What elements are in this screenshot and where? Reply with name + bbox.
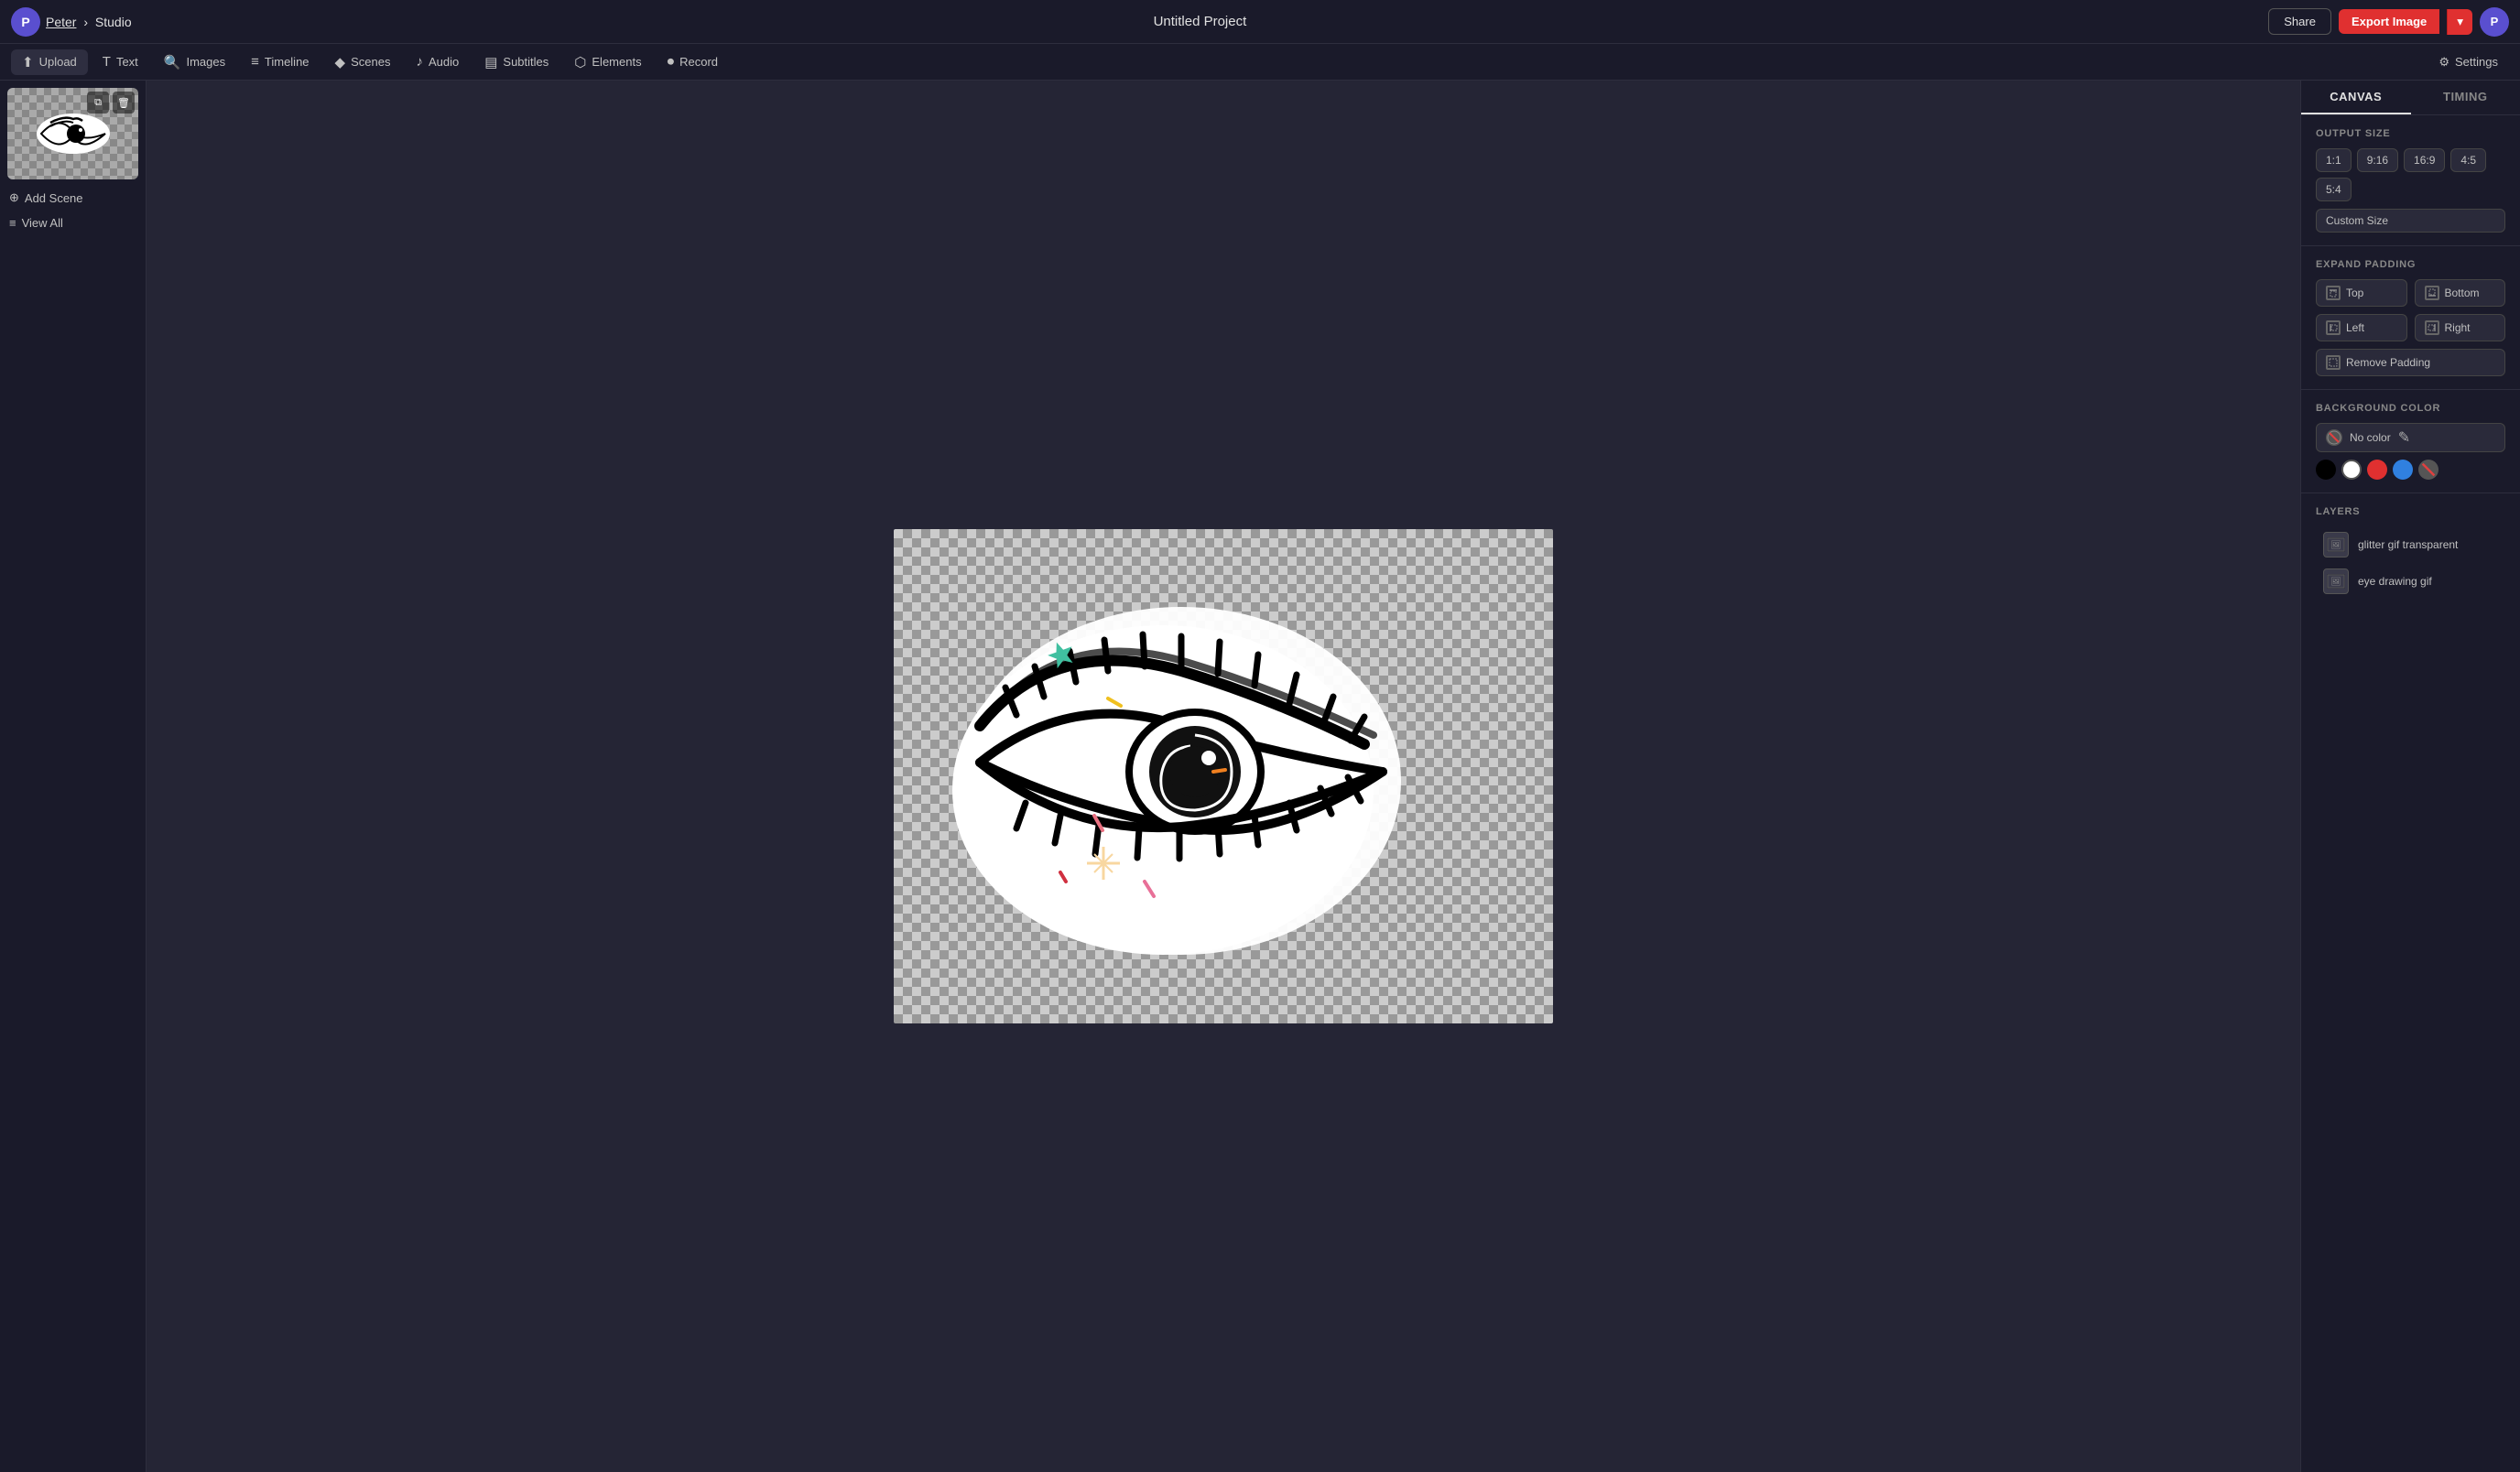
layer-thumb-2: 🖼 — [2323, 568, 2349, 594]
scene-copy-button[interactable]: ⧉ — [87, 92, 109, 114]
breadcrumb: Peter › Studio — [46, 15, 132, 29]
output-size-title: OUTPUT SIZE — [2316, 128, 2505, 139]
logo-area: P Peter › Studio — [11, 7, 132, 37]
canvas-area[interactable] — [147, 81, 2300, 1472]
audio-button[interactable]: ♪ Audio — [405, 49, 470, 74]
size-buttons: 1:1 9:16 16:9 4:5 5:4 — [2316, 148, 2505, 201]
svg-text:🖼: 🖼 — [2330, 577, 2341, 586]
scene-thumb-eye-svg — [32, 106, 114, 161]
subtitles-icon: ▤ — [484, 54, 497, 70]
eye-drawing-svg — [925, 579, 1456, 973]
canvas-container — [894, 529, 1553, 1023]
top-actions: Share Export Image ▾ P — [2268, 7, 2509, 37]
topbar: P Peter › Studio Untitled Project Share … — [0, 0, 2520, 44]
output-size-section: OUTPUT SIZE 1:1 9:16 16:9 4:5 5:4 Custom… — [2301, 115, 2520, 246]
pad-top-button[interactable]: Top — [2316, 279, 2407, 307]
pad-bottom-button[interactable]: Bottom — [2415, 279, 2506, 307]
size-5-4-button[interactable]: 5:4 — [2316, 178, 2352, 201]
subtitles-button[interactable]: ▤ Subtitles — [473, 49, 559, 75]
settings-icon: ⚙ — [2439, 55, 2449, 70]
scene-delete-button[interactable]: 🗑 — [113, 92, 135, 114]
pad-right-icon — [2425, 320, 2439, 335]
toolbar: ⬆ Upload T Text 🔍 Images ≡ Timeline ◆ Sc… — [0, 44, 2520, 81]
color-swatch-white[interactable] — [2341, 460, 2362, 480]
timeline-button[interactable]: ≡ Timeline — [240, 49, 320, 74]
pad-left-icon — [2326, 320, 2341, 335]
svg-text:🖼: 🖼 — [2330, 540, 2341, 549]
main-layout: ⧉ 🗑 ⊕ Add Scene ≡ View All — [0, 81, 2520, 1472]
text-icon: T — [103, 54, 111, 70]
color-swatch-blue[interactable] — [2393, 460, 2413, 480]
scenes-button[interactable]: ◆ Scenes — [324, 49, 402, 75]
images-button[interactable]: 🔍 Images — [153, 49, 236, 75]
pad-left-button[interactable]: Left — [2316, 314, 2407, 341]
text-button[interactable]: T Text — [92, 49, 149, 74]
background-color-section: BACKGROUND COLOR No color ✎ — [2301, 390, 2520, 493]
export-dropdown-button[interactable]: ▾ — [2447, 9, 2472, 35]
user-avatar[interactable]: P — [2480, 7, 2509, 37]
panel-tabs: CANVAS TIMING — [2301, 81, 2520, 115]
add-scene-button[interactable]: ⊕ Add Scene — [7, 187, 138, 209]
timeline-icon: ≡ — [251, 54, 259, 70]
images-icon: 🔍 — [164, 54, 181, 70]
layers-section: LAYERS 🖼 glitter gif transparent 🖼 eye d… — [2301, 493, 2520, 612]
layer-item-2[interactable]: 🖼 eye drawing gif — [2316, 563, 2505, 600]
size-16-9-button[interactable]: 16:9 — [2404, 148, 2445, 172]
color-swatches — [2316, 460, 2505, 480]
custom-size-button[interactable]: Custom Size — [2316, 209, 2505, 233]
scene-thumbnail[interactable]: ⧉ 🗑 — [7, 88, 138, 179]
tab-canvas[interactable]: CANVAS — [2301, 81, 2411, 114]
export-image-button[interactable]: Export Image — [2339, 9, 2439, 34]
view-all-button[interactable]: ≡ View All — [7, 212, 138, 233]
layer-name-2: eye drawing gif — [2358, 575, 2432, 588]
canvas-background — [894, 529, 1553, 1023]
size-4-5-button[interactable]: 4:5 — [2450, 148, 2486, 172]
remove-padding-icon — [2326, 355, 2341, 370]
remove-padding-button[interactable]: Remove Padding — [2316, 349, 2505, 376]
record-button[interactable]: ⏺ Record — [657, 49, 729, 74]
color-swatch-red[interactable] — [2367, 460, 2387, 480]
upload-icon: ⬆ — [22, 54, 34, 70]
right-panel: CANVAS TIMING OUTPUT SIZE 1:1 9:16 16:9 … — [2300, 81, 2520, 1472]
eyedropper-button[interactable]: ✎ — [2398, 428, 2410, 447]
pad-right-button[interactable]: Right — [2415, 314, 2506, 341]
scenes-icon: ◆ — [335, 54, 346, 70]
layers-title: LAYERS — [2316, 506, 2505, 517]
project-title: Untitled Project — [143, 14, 2258, 29]
color-swatch-black[interactable] — [2316, 460, 2336, 480]
upload-button[interactable]: ⬆ Upload — [11, 49, 88, 75]
expand-padding-section: EXPAND PADDING Top Bottom — [2301, 246, 2520, 390]
no-color-icon — [2326, 429, 2342, 446]
no-color-button[interactable]: No color ✎ — [2316, 423, 2505, 452]
scene-thumb-actions: ⧉ 🗑 — [87, 92, 135, 114]
tab-timing[interactable]: TIMING — [2411, 81, 2520, 114]
expand-padding-title: EXPAND PADDING — [2316, 259, 2505, 270]
background-color-title: BACKGROUND COLOR — [2316, 403, 2505, 414]
layer-item-1[interactable]: 🖼 glitter gif transparent — [2316, 526, 2505, 563]
record-icon: ⏺ — [668, 54, 675, 70]
view-all-icon: ≡ — [9, 216, 16, 230]
pad-top-icon — [2326, 286, 2341, 300]
padding-buttons: Top Bottom Left — [2316, 279, 2505, 341]
size-9-16-button[interactable]: 9:16 — [2357, 148, 2398, 172]
layer-name-1: glitter gif transparent — [2358, 538, 2458, 551]
logo-avatar: P — [11, 7, 40, 37]
size-1-1-button[interactable]: 1:1 — [2316, 148, 2352, 172]
color-swatch-no-color[interactable] — [2418, 460, 2439, 480]
elements-icon: ⬡ — [574, 54, 586, 70]
pad-bottom-icon — [2425, 286, 2439, 300]
add-scene-icon: ⊕ — [9, 190, 19, 205]
layer-thumb-1: 🖼 — [2323, 532, 2349, 557]
share-button[interactable]: Share — [2268, 8, 2331, 35]
settings-button[interactable]: ⚙ Settings — [2428, 50, 2509, 74]
sidebar: ⧉ 🗑 ⊕ Add Scene ≡ View All — [0, 81, 147, 1472]
audio-icon: ♪ — [416, 54, 423, 70]
elements-button[interactable]: ⬡ Elements — [563, 49, 652, 75]
